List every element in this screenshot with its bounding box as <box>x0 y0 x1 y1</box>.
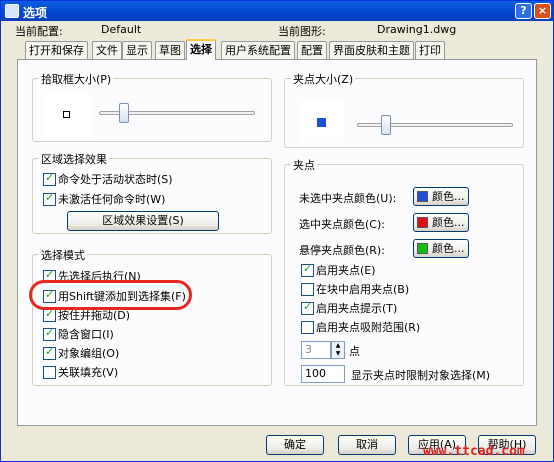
spin-down-icon[interactable]: ▼ <box>332 350 344 358</box>
selection-tab-page: 拾取框大小(P) 区域选择效果 命令处于活动状态时(S) 未激活任何命令时(W)… <box>17 59 537 426</box>
grip-point-spinner[interactable]: ▲ ▼ <box>331 341 345 359</box>
checkbox-grips-in-blocks[interactable] <box>301 282 314 296</box>
checkbox-associative-hatch[interactable] <box>43 365 56 379</box>
current-drawing-value: Drawing1.dwg <box>377 23 457 36</box>
current-drawing-label: 当前图形: <box>278 25 326 38</box>
grip-point-unit-label: 点 <box>349 345 360 358</box>
annotation-highlight-ellipse <box>29 280 192 310</box>
tab-skins-themes[interactable]: 界面皮肤和主题 <box>329 41 414 59</box>
selected-grip-color-label: 选中夹点颜色(C): <box>299 218 385 231</box>
checkbox-press-drag[interactable] <box>43 307 56 322</box>
grip-size-group: 夹点大小(Z) <box>284 71 524 148</box>
tab-drafting[interactable]: 草图 <box>155 41 185 59</box>
option-command-active[interactable]: 命令处于活动状态时(S) <box>43 171 173 187</box>
selection-preview-title: 区域选择效果 <box>39 151 109 167</box>
tab-files[interactable]: 文件 <box>92 41 122 59</box>
selection-modes-title: 选择模式 <box>39 247 87 263</box>
spin-up-icon[interactable]: ▲ <box>332 342 344 350</box>
close-button[interactable]: × <box>534 3 551 19</box>
title-bar[interactable]: 选项 ? × <box>1 1 553 21</box>
option-object-grouping[interactable]: 对象编组(O) <box>43 345 119 361</box>
option-grip-tips[interactable]: 启用夹点提示(T) <box>301 300 397 316</box>
help-title-button[interactable]: ? <box>515 3 532 19</box>
watermark-text: www.ttcad.com <box>423 444 525 459</box>
tab-profiles[interactable]: 配置 <box>297 41 327 59</box>
selection-preview-group: 区域选择效果 命令处于活动状态时(S) 未激活任何命令时(W) 区域效果设置(S… <box>32 151 272 234</box>
unselected-grip-color-label: 未选中夹点颜色(U): <box>299 192 397 205</box>
current-profile-value: Default <box>101 23 142 36</box>
checkbox-grip-snap-range[interactable] <box>301 320 314 334</box>
selection-modes-group: 选择模式 先选择后执行(N) 用Shift键添加到选择集(F) 按住并拖动(D)… <box>32 247 272 386</box>
grip-preview <box>299 101 345 143</box>
unselected-grip-color-button[interactable]: 颜色... <box>413 187 469 206</box>
option-grip-snap-range[interactable]: 启用夹点吸附范围(R) <box>301 319 420 335</box>
grip-size-title: 夹点大小(Z) <box>291 71 356 87</box>
checkbox-grip-tips[interactable] <box>301 300 314 315</box>
selected-grip-color-button[interactable]: 颜色... <box>413 213 469 232</box>
pickbox-square-icon <box>63 111 70 118</box>
ok-button[interactable]: 确定 <box>266 435 324 455</box>
option-associative-hatch[interactable]: 关联填充(V) <box>43 364 118 380</box>
checkbox-implied-window[interactable] <box>43 326 56 341</box>
hover-grip-color-button[interactable]: 颜色... <box>413 239 469 258</box>
checkbox-enable-grips[interactable] <box>301 262 314 277</box>
app-icon <box>5 4 19 18</box>
grip-object-limit-input[interactable]: 100 <box>301 365 345 383</box>
grip-object-limit-label: 显示夹点时限制对象选择(M) <box>351 369 491 382</box>
tab-display[interactable]: 显示 <box>122 41 152 59</box>
unselected-color-swatch <box>417 191 428 202</box>
cancel-button[interactable]: 取消 <box>338 435 396 455</box>
option-grips-in-blocks[interactable]: 在块中启用夹点(B) <box>301 281 409 297</box>
window-title: 选项 <box>23 6 48 20</box>
current-profile-label: 当前配置: <box>15 25 63 38</box>
hover-color-swatch <box>417 243 428 254</box>
hover-grip-color-label: 悬停夹点颜色(R): <box>299 244 385 257</box>
options-dialog: 选项 ? × 当前配置: Default 当前图形: Drawing1.dwg … <box>0 0 554 462</box>
pickbox-slider-thumb[interactable] <box>119 103 129 123</box>
area-effect-settings-button[interactable]: 区域效果设置(S) <box>67 211 219 231</box>
grip-point-count-input[interactable]: 3 <box>301 341 331 359</box>
grips-group: 夹点 未选中夹点颜色(U): 颜色... 选中夹点颜色(C): 颜色... 悬停… <box>284 157 524 386</box>
pickbox-preview <box>43 93 91 137</box>
checkbox-no-command[interactable] <box>43 191 56 206</box>
pickbox-size-title: 拾取框大小(P) <box>39 71 114 87</box>
tab-open-save[interactable]: 打开和保存 <box>25 41 88 59</box>
grip-size-slider-thumb[interactable] <box>381 115 391 135</box>
tab-user-preferences[interactable]: 用户系统配置 <box>221 41 295 59</box>
option-implied-window[interactable]: 隐含窗口(I) <box>43 326 114 342</box>
checkbox-object-grouping[interactable] <box>43 345 56 360</box>
tab-plot[interactable]: 打印 <box>415 41 445 59</box>
grip-square-icon <box>317 118 326 127</box>
checkbox-command-active[interactable] <box>43 171 56 186</box>
option-enable-grips[interactable]: 启用夹点(E) <box>301 262 376 278</box>
option-no-command[interactable]: 未激活任何命令时(W) <box>43 191 165 207</box>
tab-selection[interactable]: 选择 <box>186 39 216 60</box>
selected-color-swatch <box>417 217 428 228</box>
grips-title: 夹点 <box>291 157 317 173</box>
pickbox-size-group: 拾取框大小(P) <box>32 71 272 142</box>
